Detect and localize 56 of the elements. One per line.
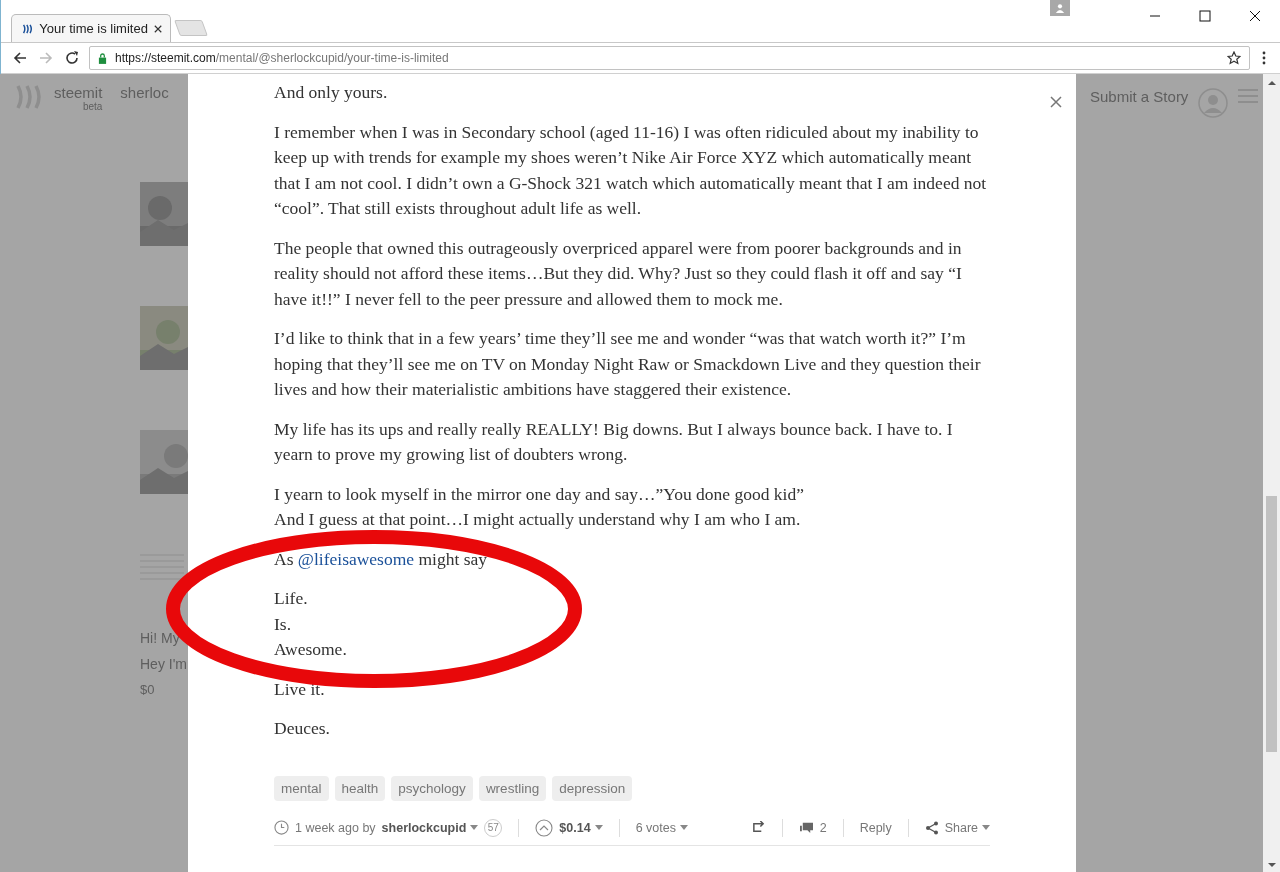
clock-icon xyxy=(274,820,289,835)
tag-chip[interactable]: wrestling xyxy=(478,775,547,801)
paragraph: I’d like to think that in a few years’ time they’ll see me and wonder “was that watch worth it?” I’m hoping that they’ll see me on TV on Monday Night Raw or Smackdown Live and they question their lives and how their materialistic ambitions have staggered their existence. xyxy=(274,327,982,401)
logo-text: steemit xyxy=(54,84,103,101)
scrollbar[interactable] xyxy=(1263,74,1280,872)
browser-tab[interactable]: Your time is limited xyxy=(11,14,171,42)
paragraph: As @lifeisawesome might say xyxy=(274,547,488,571)
upvote-icon[interactable] xyxy=(535,818,554,837)
paragraph: And only yours. xyxy=(274,81,389,104)
share-link[interactable]: Share xyxy=(944,820,978,835)
maximize-icon[interactable] xyxy=(1199,10,1211,22)
menu-icon[interactable] xyxy=(1262,51,1266,65)
nav-link[interactable]: sherloc xyxy=(120,84,169,101)
paragraph: I yearn to look myself in the mirror one day and say…”You done good kid” And I guess at that point…I might actually understand why I am who I am. xyxy=(274,482,805,531)
reply-link[interactable]: Reply xyxy=(859,820,892,835)
tag-chip[interactable]: mental xyxy=(274,775,329,801)
quote-thumbnail xyxy=(140,554,184,580)
comments-icon[interactable] xyxy=(798,821,814,834)
scroll-up-icon[interactable] xyxy=(1267,80,1276,86)
paragraph: Life. Is. Awesome. xyxy=(274,587,348,661)
scrollbar-thumb[interactable] xyxy=(1266,496,1277,752)
scroll-down-icon[interactable] xyxy=(1267,862,1276,868)
caret-icon[interactable] xyxy=(594,825,603,830)
caret-icon[interactable] xyxy=(982,825,990,830)
caret-icon[interactable] xyxy=(679,825,688,830)
tag-chip[interactable]: psychology xyxy=(391,775,473,801)
mention-link[interactable]: @lifeisawesome xyxy=(297,548,415,569)
submit-link[interactable]: Submit a Story xyxy=(1090,88,1189,105)
post-excerpt: Hey I'm xyxy=(140,656,187,672)
close-icon[interactable] xyxy=(1249,10,1261,22)
caret-icon[interactable] xyxy=(470,825,479,830)
reload-icon[interactable] xyxy=(65,51,79,65)
paragraph: Deuces. xyxy=(274,717,331,740)
author-link[interactable]: sherlockcupid xyxy=(381,820,467,835)
star-icon[interactable] xyxy=(1227,51,1241,65)
address-bar[interactable]: https://steemit.com/mental/@sherlockcupid/your-time-is-limited xyxy=(89,46,1250,70)
back-icon[interactable] xyxy=(13,51,27,65)
lock-icon xyxy=(98,52,107,64)
share-icon[interactable] xyxy=(924,820,939,835)
payout-amount: $0 xyxy=(140,682,155,697)
votes-count[interactable]: 6 votes xyxy=(635,820,676,835)
paragraph: The people that owned this outrageously overpriced apparel were from poorer backgrounds and in reality should not afford these items…But they did. Why? Just so they could flash it off and say “I have it!!” I never fell to the peer pressure and allowed them to mock me. xyxy=(274,236,963,311)
post-time: 1 week ago by xyxy=(295,820,376,835)
profile-icon[interactable] xyxy=(1050,0,1070,16)
comment-count[interactable]: 2 xyxy=(819,820,827,835)
logo-icon xyxy=(22,22,34,35)
paragraph: I remember when I was in Secondary school (aged 11-16) I was often ridiculed about my inability to keep up with trends for example my shoes weren’t Nike Air Force XYZ which automatically meant that I am not cool. I didn’t own a G-Shock 321 watch which automatically meant that I am indeed not “cool”. That still exists throughout adult life as well. xyxy=(274,120,988,220)
logo-subtitle: beta xyxy=(82,101,103,112)
paragraph: My life has its ups and really really REALLY! Big downs. But I always bounce back. I have to. I yearn to prove my growing list of doubters wrong. xyxy=(274,417,954,466)
close-icon[interactable] xyxy=(153,23,162,34)
paragraph: Live it. xyxy=(274,677,326,701)
payout-amount[interactable]: $0.14 xyxy=(559,820,591,835)
resteem-icon[interactable] xyxy=(750,821,766,834)
tag-chip[interactable]: health xyxy=(334,775,386,801)
tag-chip[interactable]: depression xyxy=(552,775,633,801)
post-title[interactable]: Hi! My xyxy=(140,630,180,646)
